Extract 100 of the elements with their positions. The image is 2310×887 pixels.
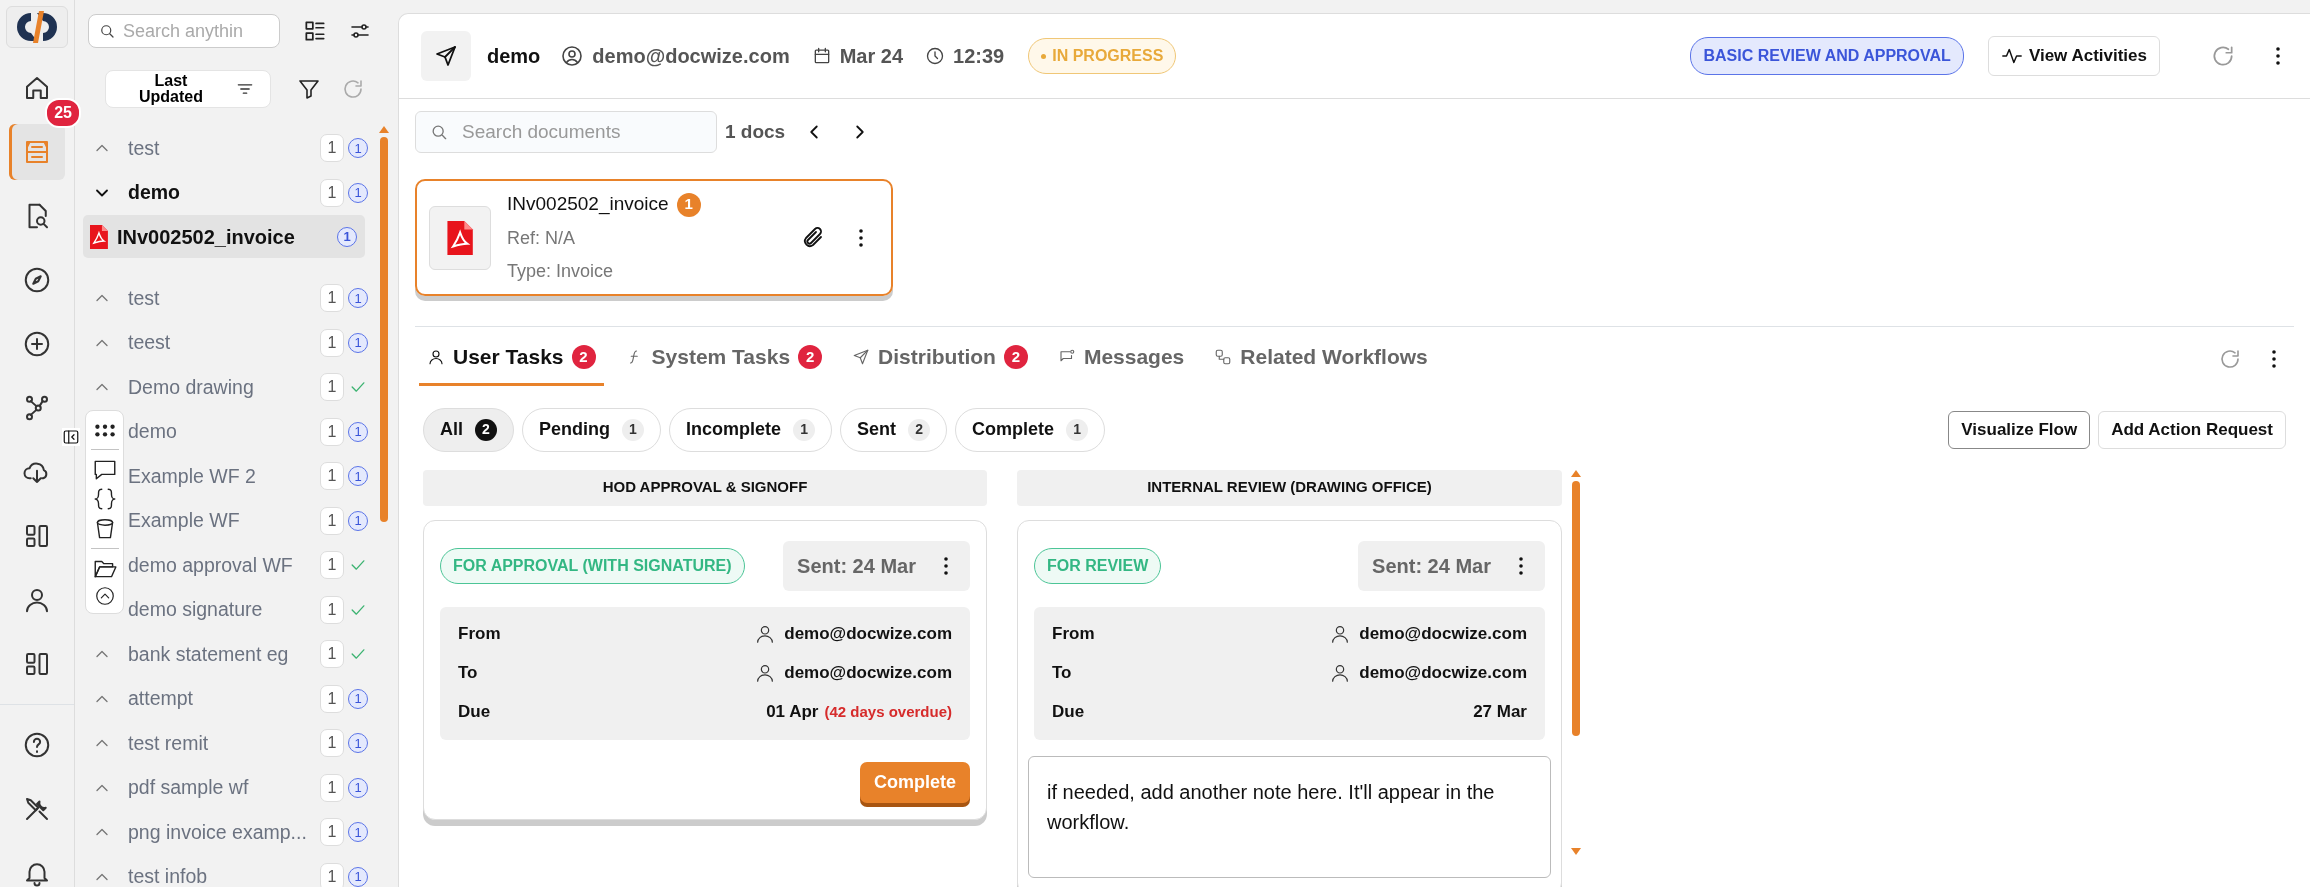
count-badge: 1	[320, 551, 344, 580]
field-label: Due	[1052, 701, 1086, 724]
workflow-title: demo	[487, 44, 541, 69]
count-badge: 1	[320, 284, 344, 313]
task-type-tag: FOR APPROVAL (WITH SIGNATURE)	[440, 547, 745, 584]
tab[interactable]: System Tasks 2	[617, 333, 831, 386]
note-text: if needed, add another note here. It'll appear in the workflow.	[1028, 755, 1551, 878]
help-icon	[22, 730, 52, 760]
sent-date: Sent: 24 Mar	[1358, 540, 1545, 591]
pending-badge: 1	[348, 866, 368, 887]
workflow-item[interactable]: demo 1 1	[75, 409, 378, 454]
search-field[interactable]: Search anythin	[88, 14, 280, 48]
pending-badge: 1	[337, 226, 357, 247]
user-email: demo@docwize.com	[592, 44, 790, 69]
workflow-item[interactable]: test 1 1	[75, 276, 378, 321]
workflow-item[interactable]: demo approval WF 1	[75, 543, 378, 588]
paperclip-icon[interactable]	[801, 225, 825, 250]
pdf-icon	[445, 220, 475, 255]
count-badge: 1	[320, 462, 344, 491]
collapse-panel-icon[interactable]	[62, 428, 80, 446]
count-badge: 1	[320, 373, 344, 402]
search-icon	[98, 22, 116, 40]
field-label: To	[1052, 662, 1073, 685]
field-label: Due	[458, 701, 492, 724]
action-button[interactable]: Add Action Request	[2098, 410, 2286, 449]
date-text: Mar 24	[839, 44, 904, 69]
field-value: demo@docwize.com	[784, 623, 952, 646]
document-item[interactable]: INv002502_invoice 1	[83, 215, 365, 258]
chevron-up-icon[interactable]	[93, 585, 116, 607]
send-icon	[434, 44, 458, 68]
field-label: To	[458, 662, 479, 685]
field-value: demo@docwize.com	[784, 662, 952, 685]
count-badge: 1	[320, 595, 344, 624]
list-view-icon[interactable]	[302, 18, 328, 44]
field-label: From	[458, 623, 502, 646]
scrollbar[interactable]	[1570, 469, 1582, 855]
pending-badge: 1	[348, 688, 368, 709]
workflow-item[interactable]: pdf sample wf 1 1	[75, 765, 378, 810]
view-activities-button[interactable]: View Activities	[1987, 36, 2160, 76]
field-value: demo@docwize.com	[1359, 623, 1527, 646]
workflow-item[interactable]: bank statement eg 1	[75, 632, 378, 677]
filter-chip[interactable]: Pending 1	[522, 407, 661, 452]
count-badge: 1	[676, 192, 701, 217]
count-badge: 1	[320, 729, 344, 758]
sort-button[interactable]: Last Updated	[105, 70, 271, 108]
compass-icon	[22, 265, 52, 295]
filter-chip[interactable]: Complete 1	[955, 407, 1106, 452]
pending-badge: 1	[348, 466, 368, 487]
tab[interactable]: User Tasks 2	[419, 333, 604, 386]
pending-badge: 1	[348, 288, 368, 309]
action-button[interactable]: Visualize Flow	[1948, 410, 2091, 449]
document-type: Type: Invoice	[507, 259, 615, 283]
tab[interactable]: Messages	[1049, 333, 1193, 386]
plus-icon	[22, 329, 52, 359]
workflow-item[interactable]: teest 1 1	[75, 320, 378, 365]
count-badge: 1	[320, 818, 344, 847]
workflow-item[interactable]: png invoice examp... 1 1	[75, 810, 378, 855]
column-header: HOD APPROVAL & SIGNOFF	[423, 469, 987, 506]
count-badge: 1	[320, 640, 344, 669]
workflow-item[interactable]: attempt 1 1	[75, 676, 378, 721]
workflow-type-badge: BASIC REVIEW AND APPROVAL	[1690, 37, 1964, 75]
document-count: 1 docs	[725, 119, 786, 144]
count-badge: 1	[320, 862, 344, 887]
count-badge: 1	[320, 684, 344, 713]
workflow-item[interactable]: test infob 1 1	[75, 854, 378, 887]
pending-badge: 1	[348, 733, 368, 754]
pending-badge: 1	[348, 182, 368, 203]
document-ref: Ref: N/A	[507, 226, 577, 250]
workflow-item[interactable]: Example WF 2 1 1	[75, 454, 378, 499]
count-badge: 1	[320, 506, 344, 535]
filter-chip[interactable]: All 2	[423, 407, 514, 452]
workflow-item[interactable]: demo 1 1	[75, 170, 378, 215]
workflow-item[interactable]: test 1 1	[75, 126, 378, 171]
sent-date: Sent: 24 Mar	[783, 540, 970, 591]
count-badge: 1	[320, 417, 344, 446]
workflow-item[interactable]: Example WF 1 1	[75, 498, 378, 543]
field-label: From	[1052, 623, 1096, 646]
filter-chip[interactable]: Incomplete 1	[669, 407, 833, 452]
notification-badge: 25	[45, 98, 81, 128]
count-badge: 1	[320, 134, 344, 163]
count-badge: 1	[320, 328, 344, 357]
search-field[interactable]: Search documents	[415, 111, 717, 153]
filter-icon[interactable]	[297, 77, 321, 101]
field-value: 27 Mar	[1473, 701, 1527, 724]
document-name: INv002502_invoice	[507, 192, 669, 217]
column-header: INTERNAL REVIEW (DRAWING OFFICE)	[1017, 469, 1562, 506]
pending-badge: 1	[348, 421, 368, 442]
filter-chip[interactable]: Sent 2	[840, 407, 948, 452]
user-icon	[560, 44, 585, 68]
pending-badge: 1	[348, 510, 368, 531]
field-value: 01 Apr	[766, 701, 819, 724]
workflow-item[interactable]: demo signature 1	[75, 587, 378, 632]
clock-icon	[925, 46, 946, 66]
send-icon	[852, 347, 871, 366]
workflow-item[interactable]: Demo drawing 1	[75, 365, 378, 410]
tab[interactable]: Related Workflows	[1206, 333, 1436, 386]
pdf-icon	[89, 224, 109, 249]
workflow-item[interactable]: test remit 1 1	[75, 721, 378, 766]
status-badge: IN PROGRESS	[1028, 38, 1177, 74]
tab[interactable]: Distribution 2	[844, 333, 1036, 386]
